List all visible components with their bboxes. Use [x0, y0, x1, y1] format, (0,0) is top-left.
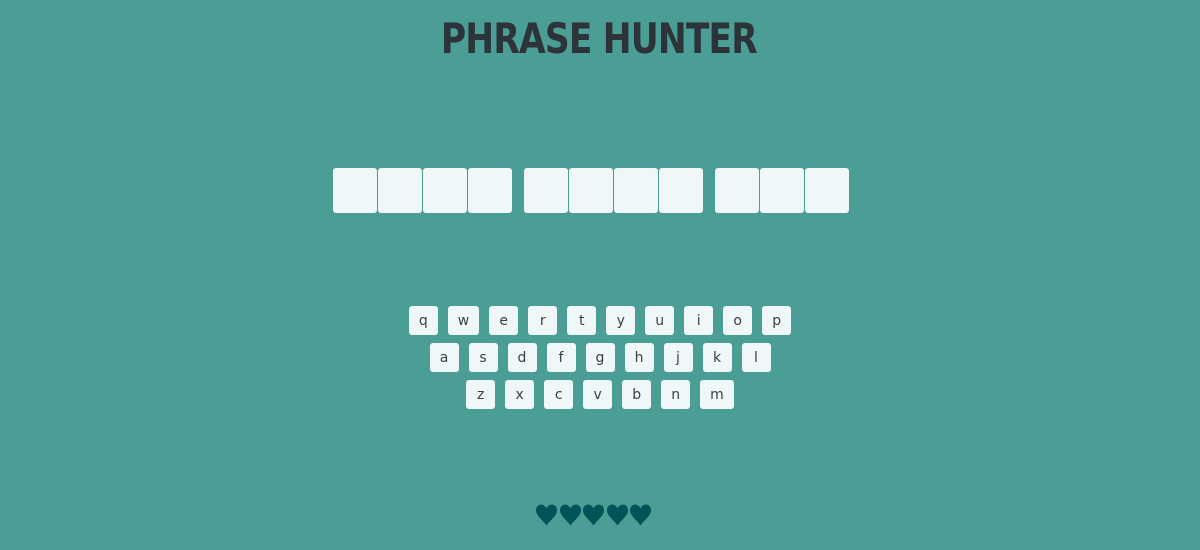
- key-y[interactable]: y: [606, 306, 636, 335]
- word-space: [704, 168, 714, 213]
- phrase-word: [715, 168, 849, 213]
- keyboard-row: asdfghjkl: [0, 343, 1200, 380]
- key-t[interactable]: t: [567, 306, 597, 335]
- key-r[interactable]: r: [528, 306, 558, 335]
- keyboard-row: zxcvbnm: [0, 380, 1200, 417]
- letter-tile-hidden: [333, 168, 377, 213]
- key-p[interactable]: p: [762, 306, 792, 335]
- key-z[interactable]: z: [466, 380, 496, 409]
- letter-tile-hidden: [524, 168, 568, 213]
- key-k[interactable]: k: [702, 343, 732, 372]
- phrase-word: [524, 168, 703, 213]
- letter-tile-hidden: [715, 168, 759, 213]
- lives-scoreboard: [535, 503, 653, 527]
- key-q[interactable]: q: [408, 306, 438, 335]
- heart-icon: [535, 503, 559, 527]
- heart-icon: [582, 503, 606, 527]
- key-a[interactable]: a: [429, 343, 459, 372]
- key-s[interactable]: s: [468, 343, 498, 372]
- key-f[interactable]: f: [546, 343, 576, 372]
- letter-tile-hidden: [659, 168, 703, 213]
- key-u[interactable]: u: [645, 306, 675, 335]
- key-h[interactable]: h: [624, 343, 654, 372]
- key-b[interactable]: b: [622, 380, 652, 409]
- key-d[interactable]: d: [507, 343, 537, 372]
- letter-tile-hidden: [378, 168, 422, 213]
- key-n[interactable]: n: [661, 380, 691, 409]
- word-space: [513, 168, 523, 213]
- letter-tile-hidden: [569, 168, 613, 213]
- game-title: PHRASE HUNTER: [440, 14, 758, 63]
- heart-icon: [629, 503, 653, 527]
- key-v[interactable]: v: [583, 380, 613, 409]
- key-w[interactable]: w: [447, 306, 480, 335]
- heart-icon: [559, 503, 583, 527]
- heart-icon: [606, 503, 630, 527]
- key-m[interactable]: m: [700, 380, 734, 409]
- key-i[interactable]: i: [684, 306, 714, 335]
- letter-tile-hidden: [423, 168, 467, 213]
- key-l[interactable]: l: [741, 343, 771, 372]
- keyboard-row: qwertyuiop: [0, 306, 1200, 343]
- key-c[interactable]: c: [544, 380, 574, 409]
- key-x[interactable]: x: [505, 380, 535, 409]
- phrase-word: [333, 168, 512, 213]
- letter-tile-hidden: [805, 168, 849, 213]
- letter-tile-hidden: [760, 168, 804, 213]
- onscreen-keyboard: qwertyuiopasdfghjklzxcvbnm: [0, 306, 1200, 417]
- key-e[interactable]: e: [489, 306, 519, 335]
- letter-tile-hidden: [468, 168, 512, 213]
- phrase-board: [333, 168, 849, 213]
- key-o[interactable]: o: [723, 306, 753, 335]
- letter-tile-hidden: [614, 168, 658, 213]
- key-j[interactable]: j: [663, 343, 693, 372]
- key-g[interactable]: g: [585, 343, 615, 372]
